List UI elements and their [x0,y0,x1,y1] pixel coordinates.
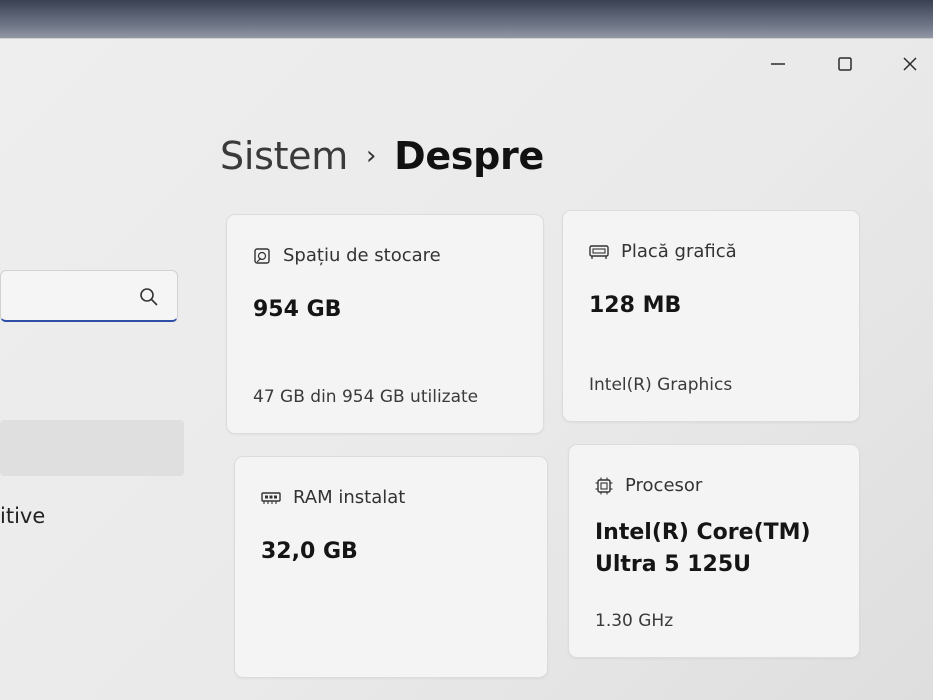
processor-speed: 1.30 GHz [595,611,674,631]
processor-card-title: Procesor [625,475,703,496]
breadcrumb-parent-link[interactable]: Sistem [220,134,348,178]
maximize-button[interactable] [825,50,865,78]
close-button[interactable] [890,50,930,78]
page-title: Despre [394,134,544,178]
close-icon [903,57,917,71]
ram-card-title: RAM instalat [293,487,406,508]
ram-card[interactable]: RAM instalat 32,0 GB [234,456,548,678]
sidebar-item-selected[interactable] [0,420,184,476]
processor-name-line2: Ultra 5 125U [595,551,752,577]
storage-card-title: Spațiu de stocare [283,245,441,266]
search-icon[interactable] [139,287,159,307]
memory-icon [261,491,281,504]
breadcrumb: Sistem › Despre [220,134,544,178]
graphics-memory: 128 MB [589,293,682,318]
processor-icon [595,477,613,494]
storage-drive-icon [254,247,270,264]
search-input[interactable] [0,270,178,322]
minimize-button[interactable] [758,50,798,78]
graphics-card[interactable]: Placă grafică 128 MB Intel(R) Graphics [562,210,860,422]
storage-usage: 47 GB din 954 GB utilizate [253,387,479,407]
graphics-card-title: Placă grafică [621,241,737,262]
processor-name-line1: Intel(R) Core(TM) [595,520,811,545]
graphics-name: Intel(R) Graphics [589,375,733,395]
processor-name: Intel(R) Core(TM) Ultra 5 125U [595,517,825,581]
storage-total: 954 GB [253,297,342,322]
processor-card[interactable]: Procesor Intel(R) Core(TM) Ultra 5 125U … [568,444,860,658]
ram-installed: 32,0 GB [261,539,358,564]
sidebar-item-devices[interactable]: itive [0,504,45,528]
maximize-icon [838,57,852,71]
minimize-icon [771,63,785,65]
chevron-right-icon: › [365,141,377,171]
storage-card[interactable]: Spațiu de stocare 954 GB 47 GB din 954 G… [226,214,544,434]
graphics-card-icon [589,244,609,259]
